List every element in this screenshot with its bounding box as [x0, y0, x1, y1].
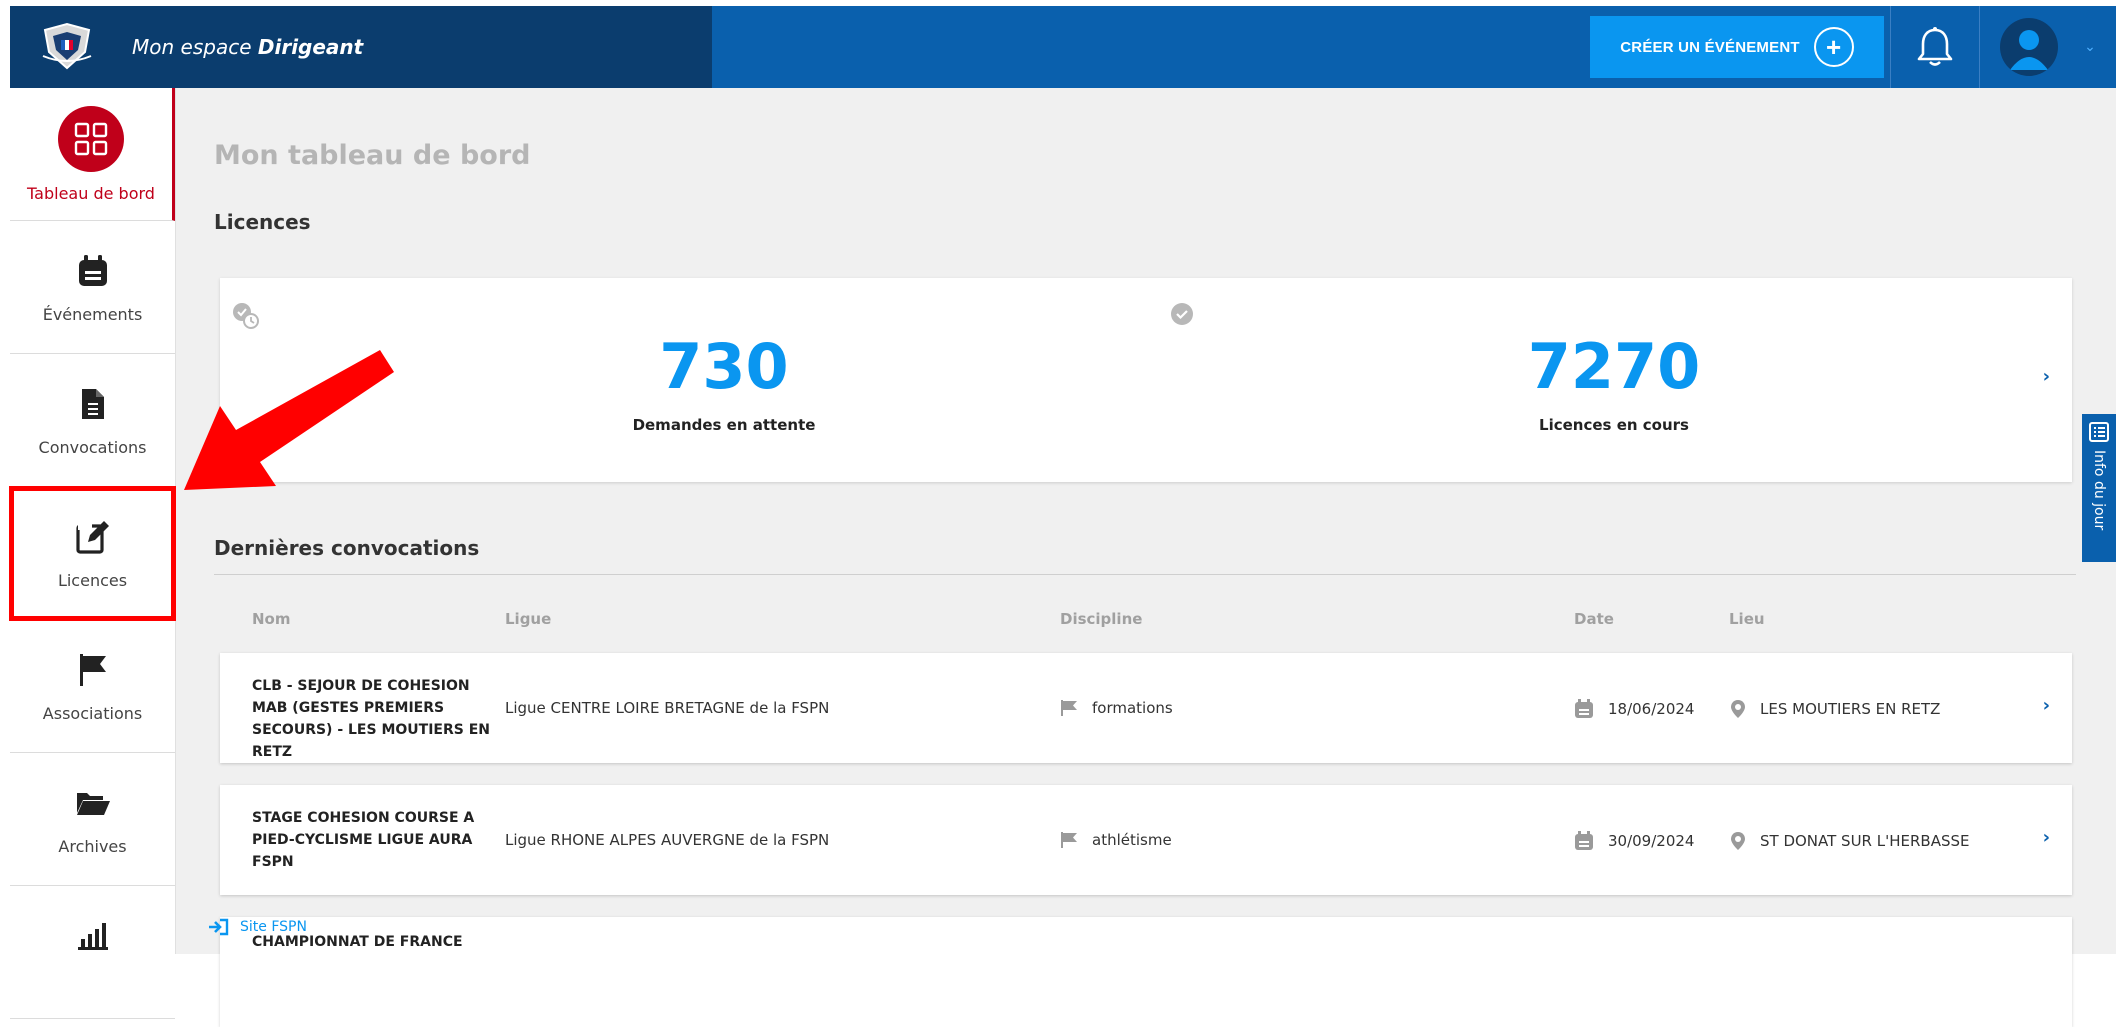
shield-logo-icon — [42, 22, 92, 70]
check-circle-icon — [1171, 303, 1193, 325]
page-title: Mon tableau de bord — [214, 140, 531, 171]
create-event-button[interactable]: CRÉER UN ÉVÉNEMENT + — [1590, 16, 1884, 78]
column-header-nom: Nom — [252, 610, 291, 628]
flag-icon — [78, 650, 108, 690]
flag-icon — [1060, 831, 1078, 849]
sidebar-item-convocations[interactable]: Convocations — [10, 354, 175, 487]
licences-section-title: Licences — [214, 210, 311, 234]
sidebar-item-label: Associations — [42, 703, 143, 723]
chevron-right-icon[interactable]: › — [2043, 695, 2050, 716]
row-discipline: athlétisme — [1060, 831, 1172, 849]
sidebar-item-dashboard[interactable]: Tableau de bord — [10, 88, 175, 221]
main-content: Mon tableau de bord Licences 730 Demande… — [176, 88, 2116, 1027]
calendar-icon — [77, 251, 109, 291]
row-lieu: ST DONAT SUR L'HERBASSE — [1730, 831, 1969, 851]
list-icon — [2089, 422, 2109, 442]
stat-value: 7270 — [1527, 330, 1701, 403]
app-title: Mon espace Dirigeant — [132, 35, 363, 59]
sidebar-item-associations[interactable]: Associations — [10, 620, 175, 753]
row-nom: STAGE COHESION COURSE A PIED-CYCLISME LI… — [252, 810, 475, 870]
fspn-logo[interactable] — [36, 19, 98, 75]
stat-active-licences[interactable]: 7270 Licences en cours — [1364, 330, 1864, 435]
dashboard-icon — [58, 105, 124, 172]
row-lieu: LES MOUTIERS EN RETZ — [1730, 699, 1940, 719]
row-nom: CLB - SEJOUR DE COHESION MAB (GESTES PRE… — [252, 678, 490, 760]
row-date: 30/09/2024 — [1574, 831, 1694, 851]
stat-value: 730 — [659, 330, 789, 403]
chevron-down-icon: ⌄ — [2084, 39, 2096, 55]
map-pin-icon — [1730, 699, 1746, 719]
sidebar-item-statistics[interactable] — [10, 886, 175, 1019]
row-lieu-text: LES MOUTIERS EN RETZ — [1760, 700, 1941, 718]
sidebar-item-label: Archives — [58, 836, 127, 856]
header-actions: CRÉER UN ÉVÉNEMENT + ⌄ — [712, 6, 2116, 88]
licences-card[interactable]: 730 Demandes en attente 7270 Licences en… — [220, 278, 2072, 482]
flag-icon — [1060, 699, 1078, 717]
notifications-button[interactable] — [1891, 6, 1979, 88]
convocations-section-title: Dernières convocations — [214, 536, 480, 560]
sidebar-item-label: Événements — [42, 304, 143, 324]
chevron-right-icon[interactable]: › — [2043, 366, 2050, 387]
row-date: 18/06/2024 — [1574, 699, 1694, 719]
row-discipline: formations — [1060, 699, 1173, 717]
edit-icon — [75, 517, 110, 557]
calendar-icon — [1574, 699, 1594, 719]
sidebar-item-label: Convocations — [38, 437, 147, 457]
app-title-prefix: Mon espace — [132, 35, 252, 59]
sidebar-item-events[interactable]: Événements — [10, 221, 175, 354]
sidebar-item-licences[interactable]: Licences — [9, 486, 176, 621]
bell-icon — [1917, 27, 1953, 66]
top-bar: Mon espace Dirigeant CRÉER UN ÉVÉNEMENT … — [10, 6, 2116, 88]
divider — [214, 574, 2076, 575]
user-icon — [2010, 30, 2049, 70]
app-title-role: Dirigeant — [257, 35, 364, 59]
sidebar-item-label: Licences — [57, 570, 128, 590]
folder-open-icon — [75, 783, 111, 823]
sidebar: Tableau de bord Événements Convocations — [9, 88, 176, 1019]
user-menu[interactable]: ⌄ — [1980, 6, 2116, 88]
sign-in-icon — [209, 918, 229, 936]
sidebar-item-label: Tableau de bord — [27, 183, 155, 203]
table-row[interactable]: CLB - SEJOUR DE COHESION MAB (GESTES PRE… — [220, 653, 2072, 763]
brand-area: Mon espace Dirigeant — [10, 6, 712, 88]
row-ligue: Ligue CENTRE LOIRE BRETAGNE de la FSPN — [505, 699, 829, 717]
create-event-label: CRÉER UN ÉVÉNEMENT — [1620, 38, 1800, 56]
avatar — [2000, 18, 2059, 76]
stat-label: Demandes en attente — [632, 416, 816, 434]
info-du-jour-tab[interactable]: Info du jour — [2082, 414, 2116, 562]
sidebar-item-archives[interactable]: Archives — [10, 753, 175, 886]
site-fspn-link[interactable]: Site FSPN — [208, 918, 307, 936]
document-icon — [80, 384, 106, 424]
plus-icon: + — [1813, 27, 1854, 67]
row-ligue: Ligue RHONE ALPES AUVERGNE de la FSPN — [505, 831, 829, 849]
row-discipline-text: formations — [1092, 699, 1173, 717]
info-tab-label: Info du jour — [2091, 450, 2107, 531]
map-pin-icon — [1730, 831, 1746, 851]
row-date-text: 18/06/2024 — [1608, 700, 1695, 718]
row-date-text: 30/09/2024 — [1608, 832, 1695, 850]
row-ligue-text: Ligue CENTRE LOIRE BRETAGNE de la FSPN — [505, 699, 830, 717]
stat-label: Licences en cours — [1539, 416, 1689, 434]
row-discipline-text: athlétisme — [1092, 831, 1172, 849]
calendar-icon — [1574, 831, 1594, 851]
chevron-right-icon[interactable]: › — [2043, 827, 2050, 848]
stat-pending-requests[interactable]: 730 Demandes en attente — [474, 330, 974, 435]
bar-chart-icon — [76, 916, 110, 956]
table-row[interactable]: STAGE COHESION COURSE A PIED-CYCLISME LI… — [220, 785, 2072, 895]
column-header-date: Date — [1574, 610, 1614, 628]
column-header-ligue: Ligue — [505, 610, 552, 628]
row-ligue-text: Ligue RHONE ALPES AUVERGNE de la FSPN — [505, 831, 830, 849]
column-header-discipline: Discipline — [1060, 610, 1143, 628]
clock-check-icon — [233, 303, 259, 329]
table-row[interactable]: CHAMPIONNAT DE FRANCE — [220, 917, 2072, 1027]
site-link-label: Site FSPN — [240, 919, 307, 935]
row-lieu-text: ST DONAT SUR L'HERBASSE — [1760, 832, 1970, 850]
column-header-lieu: Lieu — [1729, 610, 1765, 628]
